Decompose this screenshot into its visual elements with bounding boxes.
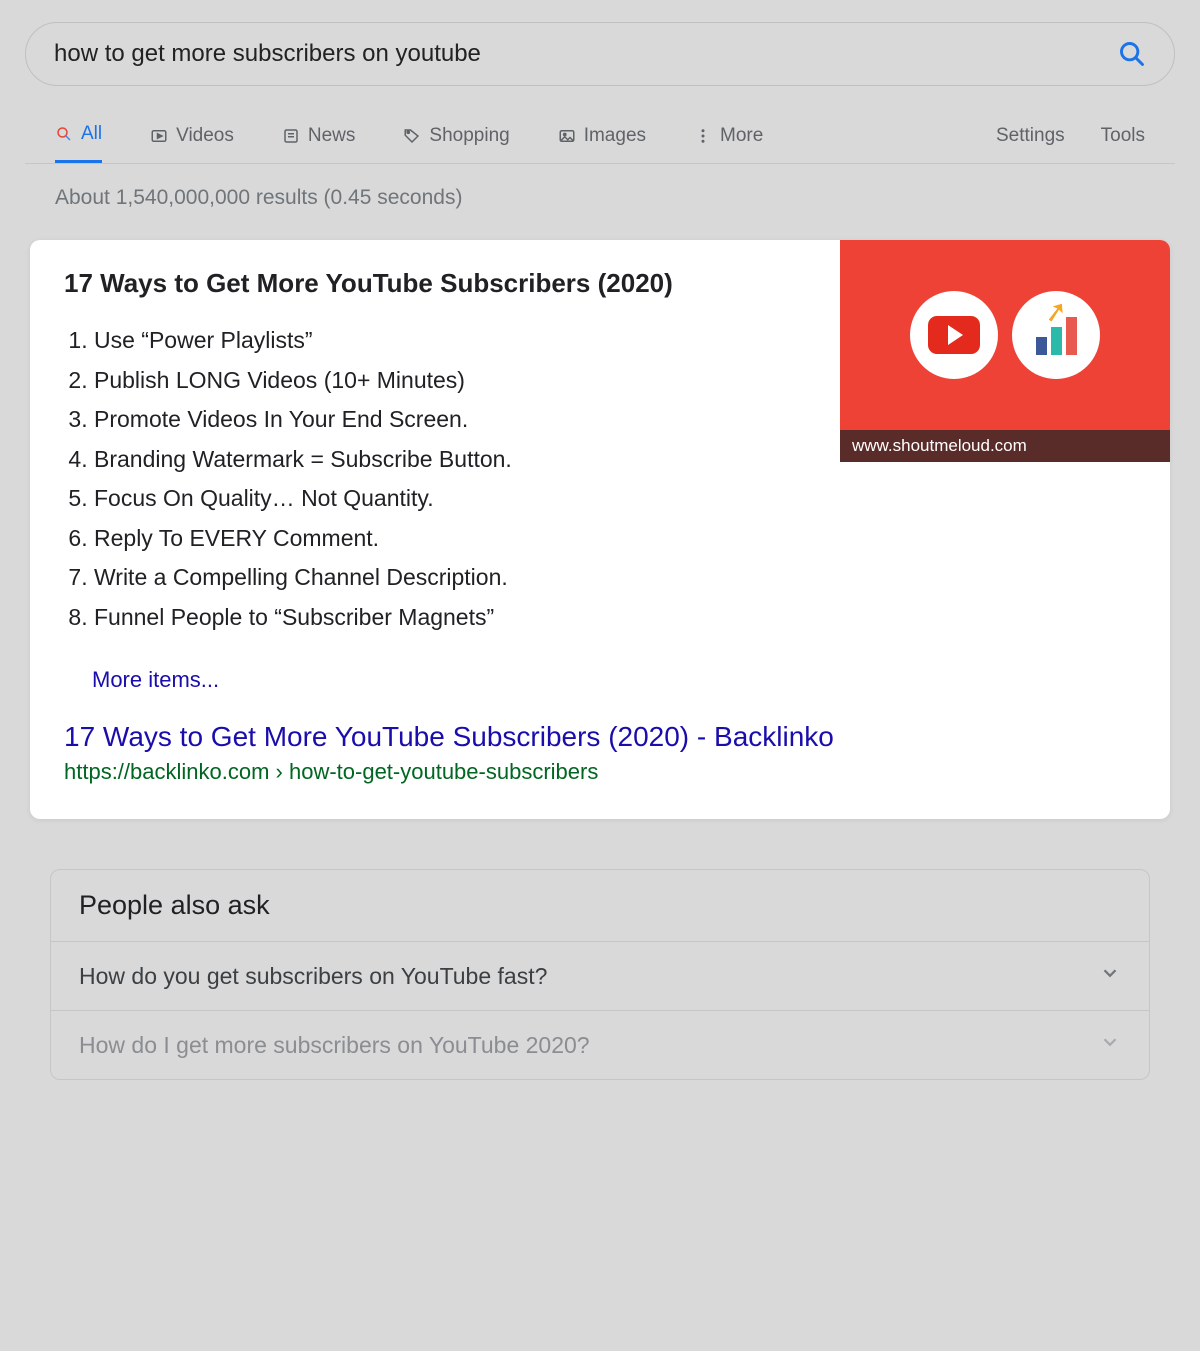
tab-images-label: Images (584, 125, 646, 147)
list-item: Focus On Quality… Not Quantity. (94, 479, 1136, 519)
tab-more-label: More (720, 125, 763, 147)
paa-question[interactable]: How do you get subscribers on YouTube fa… (51, 941, 1149, 1010)
paa-question-text: How do I get more subscribers on YouTube… (79, 1032, 590, 1059)
thumb-graphic: ➚ (840, 240, 1170, 430)
chevron-down-icon (1099, 1031, 1121, 1059)
people-also-ask: People also ask How do you get subscribe… (50, 869, 1150, 1080)
search-icon[interactable] (1118, 40, 1146, 68)
tab-shopping[interactable]: Shopping (403, 108, 509, 163)
result-url[interactable]: https://backlinko.com › how-to-get-youtu… (64, 759, 1136, 785)
youtube-play-icon (910, 291, 998, 379)
featured-thumbnail[interactable]: ➚ www.shoutmeloud.com (840, 240, 1170, 462)
thumb-caption: www.shoutmeloud.com (840, 430, 1170, 462)
tab-images[interactable]: Images (558, 108, 646, 163)
video-icon (150, 127, 168, 145)
featured-snippet: ➚ www.shoutmeloud.com 17 Ways to Get Mor… (30, 240, 1170, 819)
tab-tools-label: Tools (1101, 125, 1145, 147)
tab-tools[interactable]: Tools (1101, 125, 1145, 147)
dots-icon (694, 127, 712, 145)
paa-question-text: How do you get subscribers on YouTube fa… (79, 963, 547, 990)
list-item: Write a Compelling Channel Description. (94, 558, 1136, 598)
result-title-link[interactable]: 17 Ways to Get More YouTube Subscribers … (64, 721, 1136, 753)
tag-icon (403, 127, 421, 145)
list-item: Funnel People to “Subscriber Magnets” (94, 598, 1136, 638)
tab-all-label: All (81, 123, 102, 145)
paa-header: People also ask (51, 870, 1149, 941)
growth-chart-icon: ➚ (1012, 291, 1100, 379)
tab-videos-label: Videos (176, 125, 234, 147)
news-icon (282, 127, 300, 145)
result-stats: About 1,540,000,000 results (0.45 second… (25, 164, 1175, 240)
tab-shopping-label: Shopping (429, 125, 509, 147)
list-item: Reply To EVERY Comment. (94, 519, 1136, 559)
tab-all[interactable]: All (55, 108, 102, 163)
tab-news[interactable]: News (282, 108, 356, 163)
tab-news-label: News (308, 125, 356, 147)
search-input[interactable] (54, 40, 1118, 68)
more-items-link[interactable]: More items... (92, 667, 1136, 693)
paa-question[interactable]: How do I get more subscribers on YouTube… (51, 1010, 1149, 1079)
tab-more[interactable]: More (694, 108, 763, 163)
search-small-icon (55, 125, 73, 143)
search-bar[interactable] (25, 22, 1175, 86)
search-tabs: All Videos News Shopping (25, 108, 1175, 164)
tab-settings[interactable]: Settings (996, 125, 1065, 147)
tab-settings-label: Settings (996, 125, 1065, 147)
chevron-down-icon (1099, 962, 1121, 990)
image-icon (558, 127, 576, 145)
tab-videos[interactable]: Videos (150, 108, 234, 163)
